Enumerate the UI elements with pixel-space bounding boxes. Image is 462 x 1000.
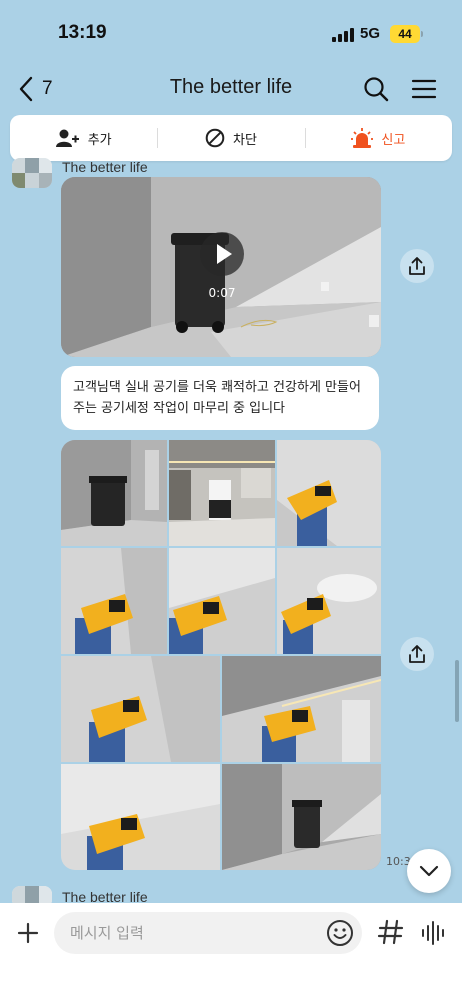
voice-icon[interactable] [420,919,446,947]
add-friend-button[interactable]: 추가 [10,115,157,161]
photo[interactable] [277,440,381,546]
photo[interactable] [169,440,275,546]
chevron-down-icon [419,865,439,877]
menu-icon[interactable] [410,75,438,103]
share-button-photos[interactable] [400,637,434,671]
report-label: 신고 [381,132,406,148]
signal-icon [332,28,354,42]
share-button-video[interactable] [400,249,434,283]
add-friend-icon [55,129,79,147]
share-icon [409,257,425,275]
block-label: 차단 [233,132,257,148]
scroll-to-bottom-button[interactable] [407,849,451,893]
photo[interactable] [222,764,381,870]
photo[interactable] [61,440,167,546]
share-icon [409,645,425,663]
emoji-icon[interactable] [326,919,354,947]
block-icon [205,128,225,148]
block-button[interactable]: 차단 [157,115,304,161]
play-icon[interactable] [200,232,244,276]
battery-icon: 44 [390,25,420,43]
battery-cap [421,31,423,37]
siren-icon [351,128,374,148]
chat-header: 7 The better life [0,66,462,112]
video-duration: 0:07 [208,286,236,300]
status-bar: 13:19 5G 44 [0,0,462,62]
photo[interactable] [61,656,220,762]
text-message[interactable]: 고객님댁 실내 공기를 더욱 쾌적하고 건강하게 만들어 주는 공기세정 작업이… [61,366,379,430]
photo[interactable] [277,548,381,654]
scrollbar[interactable] [455,660,459,722]
photo[interactable] [61,764,220,870]
report-button[interactable]: 신고 [304,115,452,161]
message-input-bar [0,903,462,1000]
add-friend-label: 추가 [87,132,112,148]
photo[interactable] [222,656,381,762]
avatar[interactable] [12,158,52,188]
sender-name: The better life [62,159,148,175]
photo-album-message[interactable] [61,440,381,870]
hashtag-icon[interactable] [377,917,405,947]
photo[interactable] [169,548,275,654]
message-input[interactable] [54,912,362,954]
status-time: 13:19 [58,22,107,43]
chat-title: The better life [169,76,293,98]
plus-icon[interactable] [12,917,44,949]
photo[interactable] [61,548,167,654]
network-label: 5G [360,25,381,42]
search-icon[interactable] [362,75,390,103]
stranger-action-bar: 추가 차단 신고 [10,115,452,161]
